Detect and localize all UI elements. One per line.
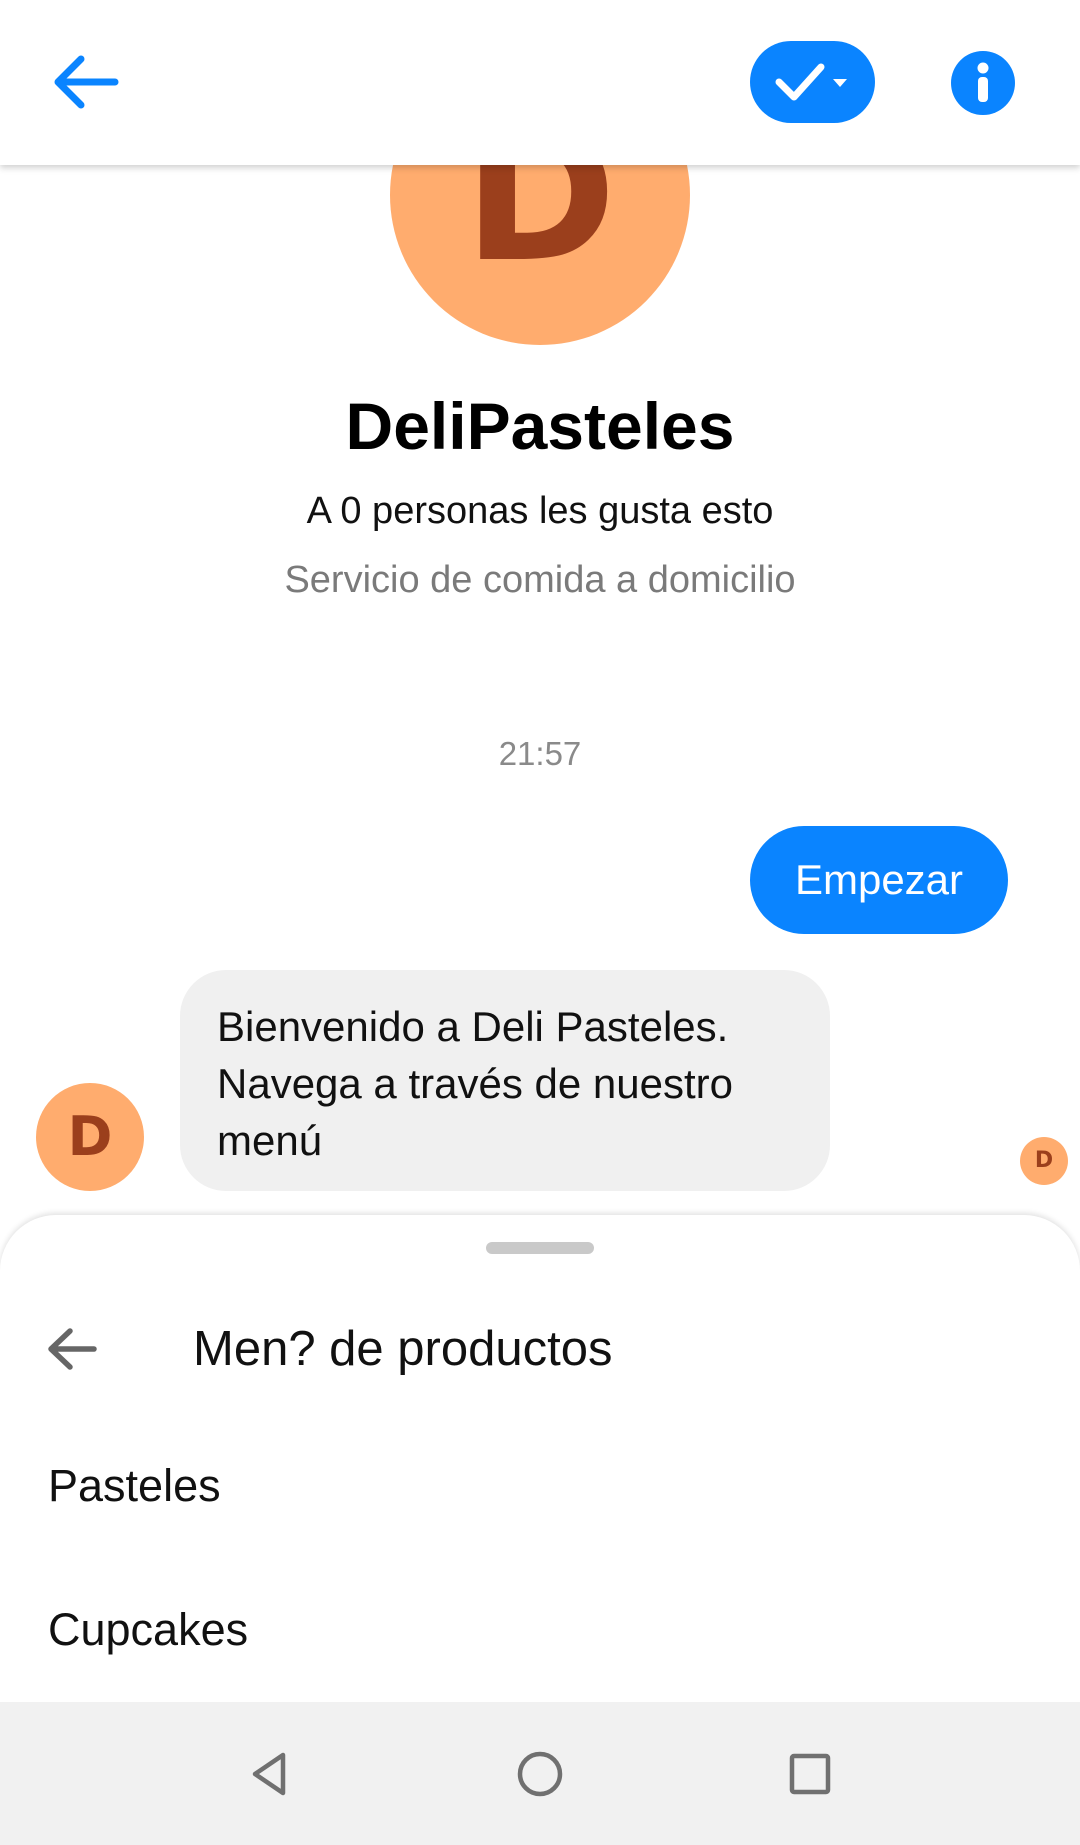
sheet-back-button[interactable] [36,1313,108,1385]
message-timestamp: 21:57 [498,735,582,772]
system-back-button[interactable] [228,1732,312,1816]
system-recents-button[interactable] [768,1732,852,1816]
triangle-back-icon [252,1752,286,1796]
menu-item-label: Cupcakes [48,1604,249,1655]
square-recents-icon [789,1753,831,1795]
menu-item-cupcakes[interactable]: Cupcakes [0,1565,1080,1695]
outgoing-message[interactable]: Empezar [750,826,1008,934]
menu-item-label: Pasteles [48,1460,221,1511]
conversation-area: D DeliPasteles A 0 personas les gusta es… [0,0,1080,1220]
seen-indicator-initial: D [1034,1148,1054,1173]
arrow-left-icon [54,55,119,109]
seen-indicator-avatar: D [1020,1137,1068,1185]
checkmark-dropdown-icon [775,63,847,101]
system-navigation-bar [0,1702,1080,1845]
menu-title: Men? de productos [193,1322,613,1376]
menu-item-pasteles[interactable]: Pasteles [0,1421,1080,1551]
menu-bottom-sheet: Men? de productos Pasteles Cupcakes [0,1215,1080,1702]
status-dropdown-button[interactable] [750,41,875,123]
page-category: Servicio de comida a domicilio [284,559,796,601]
info-button[interactable] [950,50,1016,116]
sheet-drag-handle[interactable] [486,1242,594,1254]
sender-avatar-initial: D [67,1105,113,1168]
top-bar [0,0,1080,165]
likes-count: A 0 personas les gusta esto [306,490,774,532]
back-button[interactable] [36,36,136,128]
page-name: DeliPasteles [345,389,735,463]
outgoing-message-text: Empezar [794,856,964,903]
system-home-button[interactable] [498,1732,582,1816]
incoming-message-text: Bienvenido a Deli Pasteles. Navega a tra… [217,1003,733,1164]
arrow-left-icon [48,1328,97,1370]
circle-home-icon [517,1751,563,1797]
info-circle-icon [951,51,1015,115]
incoming-message[interactable]: Bienvenido a Deli Pasteles. Navega a tra… [180,970,830,1191]
sender-avatar[interactable]: D [36,1083,144,1191]
